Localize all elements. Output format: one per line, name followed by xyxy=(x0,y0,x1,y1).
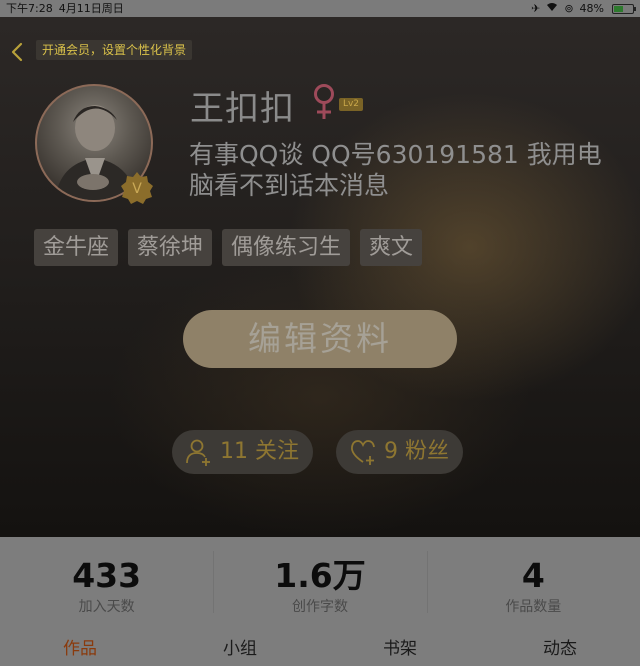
stat-days: 433 加入天数 xyxy=(0,537,213,623)
airplane-icon: ✈ xyxy=(531,2,541,15)
status-date: 4月11日周日 xyxy=(58,2,124,15)
followers-count: 9 粉丝 xyxy=(384,439,449,464)
wifi-icon xyxy=(546,0,558,17)
tag[interactable]: 蔡徐坤 xyxy=(128,229,213,266)
battery-icon xyxy=(612,3,636,14)
tag[interactable]: 爽文 xyxy=(360,229,423,266)
stat-value: 433 xyxy=(72,556,142,595)
tag[interactable]: 偶像练习生 xyxy=(222,229,351,266)
orientation-lock-icon: ⊚ xyxy=(564,2,574,15)
following-button[interactable]: 11 关注 xyxy=(172,430,313,474)
followers-button[interactable]: 9 粉丝 xyxy=(336,430,463,474)
stat-words: 1.6万 创作字数 xyxy=(213,537,426,623)
battery-level xyxy=(614,5,623,12)
username: 王扣扣 xyxy=(190,89,295,129)
tab-groups[interactable]: 小组 xyxy=(160,627,320,666)
tag-list: 金牛座 蔡徐坤 偶像练习生 爽文 xyxy=(34,229,423,266)
profile-bio: 有事QQ谈 QQ号630191581 我用电脑看不到话本消息 xyxy=(189,140,602,200)
edit-profile-button[interactable]: 编辑资料 xyxy=(183,310,457,368)
svg-text:V: V xyxy=(132,181,142,197)
vip-background-banner[interactable]: 开通会员，设置个性化背景 xyxy=(36,40,193,60)
back-arrow-icon[interactable] xyxy=(8,41,26,63)
battery-percent: 48% xyxy=(579,2,604,15)
stat-label: 创作字数 xyxy=(291,599,348,615)
vip-badge-icon: V xyxy=(121,172,153,204)
level-badge: Lv2 xyxy=(339,98,363,111)
following-count: 11 关注 xyxy=(220,439,299,464)
stat-label: 作品数量 xyxy=(505,599,562,615)
heart-add-icon xyxy=(351,440,375,465)
tag[interactable]: 金牛座 xyxy=(34,229,119,266)
profile-header: 开通会员，设置个性化背景 V 王扣扣 Lv2 有事QQ谈 QQ号63019158… xyxy=(0,17,640,537)
stat-label: 加入天数 xyxy=(78,599,135,615)
tab-works[interactable]: 作品 xyxy=(0,627,160,666)
profile-tabs: 作品 小组 书架 动态 xyxy=(0,627,640,666)
stat-works: 4 作品数量 xyxy=(426,537,640,623)
user-add-icon xyxy=(186,439,210,466)
female-gender-icon xyxy=(314,84,334,119)
status-bar: 下午7:28 4月11日周日 ✈ ⊚ 48% xyxy=(0,0,640,17)
stat-value: 1.6万 xyxy=(274,556,366,595)
status-time: 下午7:28 xyxy=(6,2,53,15)
stats-bar: 433 加入天数 1.6万 创作字数 4 作品数量 xyxy=(0,537,640,623)
stat-value: 4 xyxy=(521,556,545,595)
tab-bookshelf[interactable]: 书架 xyxy=(320,627,480,666)
tab-activity[interactable]: 动态 xyxy=(480,627,640,666)
